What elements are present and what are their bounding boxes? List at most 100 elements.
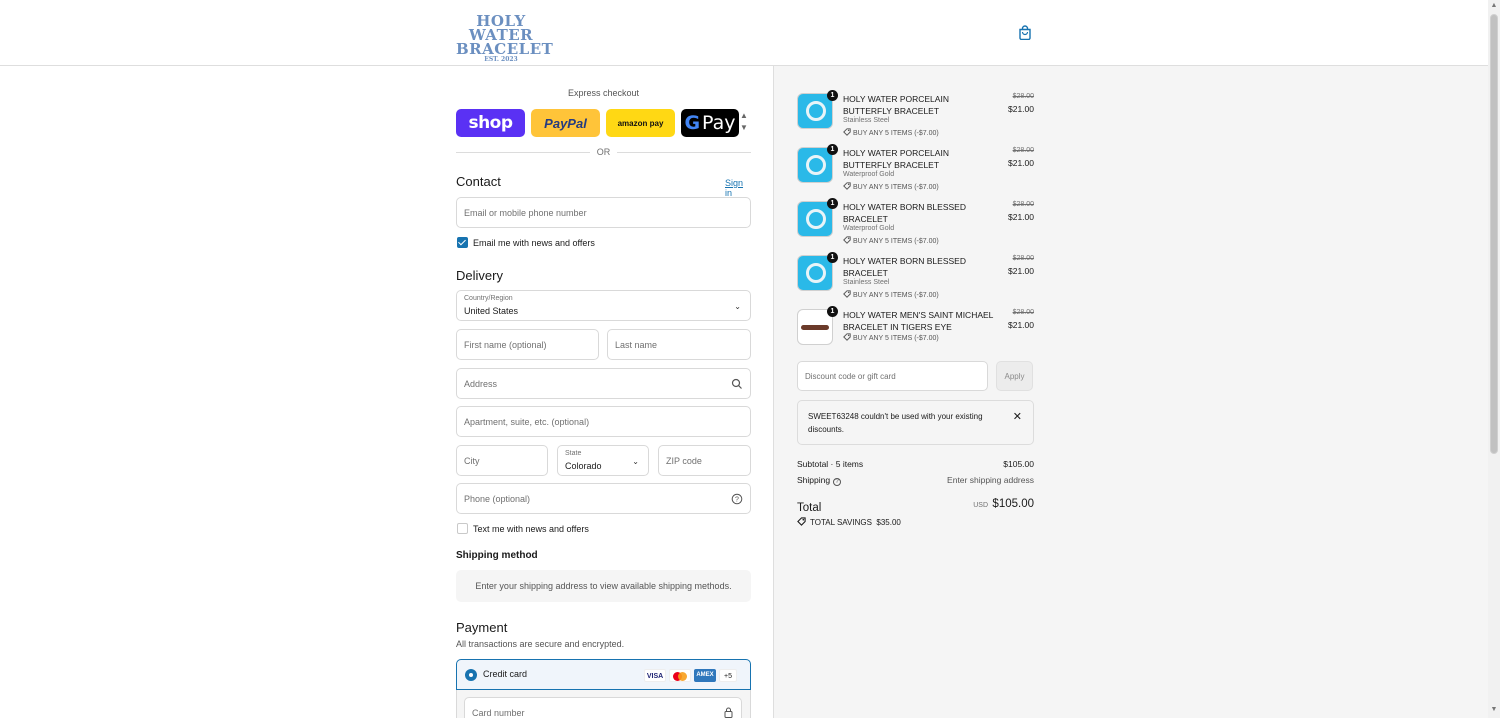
product-variant: Stainless Steel — [843, 279, 890, 286]
sale-price: $21.00 — [1008, 266, 1034, 276]
quantity-badge: 1 — [827, 90, 838, 101]
visa-icon: VISA — [644, 669, 666, 682]
savings-value: $35.00 — [876, 518, 901, 527]
zip-placeholder: ZIP code — [666, 456, 702, 466]
help-icon[interactable]: ? — [833, 478, 842, 486]
lock-icon — [724, 707, 733, 718]
logo-line2: BRACELET — [456, 40, 554, 58]
country-select[interactable]: Country/Region United States ⌄ — [456, 290, 751, 321]
tag-icon — [843, 182, 851, 190]
product-discount: BUY ANY 5 ITEMS (-$7.00) — [843, 128, 939, 137]
text-news-checkbox[interactable] — [457, 523, 468, 534]
divider-line-left — [456, 152, 590, 153]
discount-text: BUY ANY 5 ITEMS (-$7.00) — [853, 292, 939, 299]
page-scrollbar[interactable]: ▲ ▼ — [1488, 0, 1500, 718]
search-icon — [731, 378, 742, 389]
help-icon[interactable]: ? — [731, 493, 743, 505]
state-select[interactable]: State Colorado ⌄ — [557, 445, 649, 476]
tag-icon — [797, 517, 806, 526]
product-variant: Waterproof Gold — [843, 225, 895, 232]
discount-text: BUY ANY 5 ITEMS (-$7.00) — [853, 130, 939, 137]
apartment-placeholder: Apartment, suite, etc. (optional) — [464, 417, 590, 427]
tag-icon — [843, 290, 851, 298]
original-price: $28.00 — [1012, 93, 1034, 100]
subtotal-row: Subtotal · 5 items $105.00 — [797, 459, 1034, 469]
logo-line1: HOLY WATER — [468, 12, 534, 44]
discount-code-input[interactable]: Discount code or gift card — [797, 361, 988, 391]
scrollbar-thumb[interactable] — [1490, 14, 1498, 454]
card-number-field[interactable]: Card number — [464, 697, 742, 718]
shipping-method-heading: Shipping method — [456, 550, 538, 561]
sale-price: $21.00 — [1008, 212, 1034, 222]
shipping-value: Enter shipping address — [947, 475, 1034, 485]
shopping-bag-icon[interactable] — [1018, 25, 1032, 40]
quantity-badge: 1 — [827, 306, 838, 317]
email-news-label: Email me with news and offers — [473, 238, 595, 248]
bracelet-image — [806, 209, 826, 229]
google-pay-button[interactable]: G Pay — [681, 109, 739, 137]
total-row: Total USD $105.00 — [797, 498, 1034, 516]
shipping-label: Shipping — [797, 475, 831, 485]
apartment-field[interactable]: Apartment, suite, etc. (optional) — [456, 406, 751, 437]
scroll-down-arrow-icon[interactable]: ▼ — [1490, 706, 1498, 714]
apply-discount-button[interactable]: Apply — [996, 361, 1033, 391]
bracelet-image — [806, 101, 826, 121]
total-label: Total — [797, 502, 822, 514]
order-item: 1 HOLY WATER BORN BLESSED BRACELET Waterpr… — [797, 198, 1034, 253]
shipping-method-message: Enter your shipping address to view avai… — [456, 570, 751, 602]
shop-pay-button[interactable]: shop — [456, 109, 525, 137]
svg-text:?: ? — [735, 497, 739, 504]
sign-in-link[interactable]: Sign in — [725, 178, 752, 198]
product-discount: BUY ANY 5 ITEMS (-$7.00) — [843, 236, 939, 245]
state-value: Colorado — [565, 461, 602, 471]
subtotal-label: Subtotal · 5 items — [797, 459, 864, 469]
savings-label: TOTAL SAVINGS — [810, 518, 872, 527]
product-name: HOLY WATER MEN'S SAINT MICHAEL BRACELET … — [843, 310, 994, 332]
tag-icon — [843, 333, 851, 341]
email-news-checkbox[interactable] — [457, 237, 468, 248]
close-icon[interactable]: ✕ — [1013, 410, 1022, 423]
credit-card-radio[interactable] — [465, 669, 477, 681]
country-value: United States — [464, 306, 519, 316]
credit-card-option[interactable]: Credit card VISA AMEX +5 — [456, 659, 751, 690]
city-field[interactable]: City — [456, 445, 548, 476]
order-item: 1 HOLY WATER MEN'S SAINT MICHAEL BRACELET… — [797, 306, 1034, 361]
order-item: 1 HOLY WATER BORN BLESSED BRACELET Stainle… — [797, 252, 1034, 307]
tag-icon — [843, 236, 851, 244]
phone-field[interactable]: Phone (optional) ? — [456, 483, 751, 514]
product-name: HOLY WATER BORN BLESSED BRACELET — [843, 202, 966, 224]
quantity-badge: 1 — [827, 252, 838, 263]
paypal-button[interactable]: PayPal — [531, 109, 600, 137]
amex-icon: AMEX — [694, 669, 716, 682]
last-name-field[interactable]: Last name — [607, 329, 751, 360]
sale-price: $21.00 — [1008, 104, 1034, 114]
amazon-pay-button[interactable]: amazon pay — [606, 109, 675, 137]
header: HOLY WATER BRACELET EST. 2023 — [0, 0, 1488, 66]
zip-field[interactable]: ZIP code — [658, 445, 751, 476]
more-cards-badge: +5 — [719, 669, 737, 682]
email-field[interactable]: Email or mobile phone number — [456, 197, 751, 228]
card-number-placeholder: Card number — [472, 708, 525, 718]
divider-line-right — [617, 152, 751, 153]
address-field[interactable]: Address — [456, 368, 751, 399]
first-name-field[interactable]: First name (optional) — [456, 329, 599, 360]
original-price: $28.00 — [1012, 201, 1034, 208]
subtotal-value: $105.00 — [1003, 459, 1034, 469]
payment-subtitle: All transactions are secure and encrypte… — [456, 639, 625, 649]
product-variant: Waterproof Gold — [843, 171, 895, 178]
discount-text: BUY ANY 5 ITEMS (-$7.00) — [853, 238, 939, 245]
store-logo[interactable]: HOLY WATER BRACELET EST. 2023 — [456, 12, 554, 64]
order-item: 1 HOLY WATER PORCELAIN BUTTERFLY BRACELET… — [797, 144, 1034, 199]
or-divider: OR — [456, 146, 751, 158]
google-g-icon: G — [684, 112, 701, 134]
express-scroll-arrows-icon[interactable]: ▲ ▼ — [740, 110, 748, 136]
order-item: 1 HOLY WATER PORCELAIN BUTTERFLY BRACELET… — [797, 90, 1034, 145]
product-name: HOLY WATER PORCELAIN BUTTERFLY BRACELET — [843, 94, 949, 116]
scroll-up-arrow-icon[interactable]: ▲ — [1490, 2, 1498, 10]
phone-placeholder: Phone (optional) — [464, 494, 531, 504]
total-value: $105.00 — [992, 498, 1034, 510]
original-price: $28.00 — [1012, 255, 1034, 262]
sale-price: $21.00 — [1008, 158, 1034, 168]
mastercard-icon — [669, 669, 691, 682]
original-price: $28.00 — [1012, 309, 1034, 316]
